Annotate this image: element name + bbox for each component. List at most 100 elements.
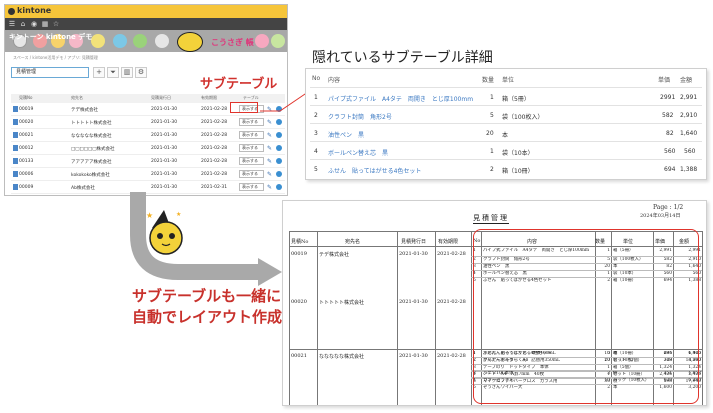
- flow-arrow: [130, 192, 282, 286]
- line-price: 582: [662, 112, 674, 119]
- avatar: [255, 34, 269, 48]
- line-amount: 1,640: [680, 130, 698, 137]
- edit-icon[interactable]: ✎: [267, 145, 272, 152]
- delete-icon[interactable]: [276, 145, 282, 151]
- record-issued: 2021-01-30: [151, 146, 178, 151]
- delete-icon[interactable]: [276, 158, 282, 164]
- line-amount: 2,910: [680, 112, 698, 119]
- subtable-button[interactable]: 表示する: [239, 131, 264, 139]
- line-amount: 560: [684, 148, 696, 155]
- record-detail-icon[interactable]: [13, 119, 18, 125]
- edit-icon[interactable]: ✎: [267, 132, 272, 139]
- line-unit: 本: [502, 132, 509, 139]
- record-no: 00133: [19, 159, 34, 164]
- line-price: 694: [664, 166, 676, 173]
- apps-icon[interactable]: ▦: [41, 20, 49, 28]
- subtable-button[interactable]: 表示する: [239, 170, 264, 178]
- delete-icon[interactable]: [276, 132, 282, 138]
- column-header: No: [312, 75, 321, 82]
- column-header[interactable]: 宛先名: [71, 95, 83, 101]
- people-icon[interactable]: ◉: [30, 20, 38, 28]
- record-expires: 2021-02-28: [201, 107, 228, 112]
- record-name: Ab株式会社: [71, 186, 95, 191]
- line-qty: 20: [486, 130, 494, 137]
- callout-connector: [260, 91, 309, 112]
- column-header: 単価: [658, 77, 671, 84]
- column-header[interactable]: 見積No: [19, 95, 32, 101]
- record-name: トトトトト株式会社: [71, 121, 112, 126]
- table-row[interactable]: 00133 アアアアア株式会社 2021-01-30 2021-02-28 表示…: [11, 155, 285, 168]
- column-header[interactable]: 見積発行日: [151, 95, 171, 101]
- record-detail-icon[interactable]: [13, 145, 18, 151]
- table-row[interactable]: 00006 kokokoko株式会社 2021-01-30 2021-02-28…: [11, 168, 285, 181]
- delete-icon[interactable]: [276, 171, 282, 177]
- record-detail-icon[interactable]: [13, 158, 18, 164]
- record-detail-icon[interactable]: [13, 171, 18, 177]
- table-row: 5 ふせん 貼ってはがせる4色セット 2 箱（10冊） 694 1,388: [310, 159, 702, 177]
- column-header[interactable]: テーブル: [243, 95, 259, 101]
- column-header[interactable]: 有効期限: [201, 95, 217, 101]
- filter-icon[interactable]: ⏷: [107, 67, 119, 78]
- line-amount: 1,388: [680, 166, 698, 173]
- record-no: 00006: [19, 172, 34, 177]
- banner-title: キントーン kintone デモ: [9, 33, 93, 41]
- line-item: ふせん 貼ってはがせる4色セット: [328, 168, 422, 175]
- record-issued: 2021-01-30: [151, 120, 178, 125]
- settings-icon[interactable]: ⚙: [135, 67, 147, 78]
- record-expires: 2021-02-28: [201, 146, 228, 151]
- column-header: 内容: [328, 77, 341, 84]
- column-header: 金額: [680, 77, 693, 84]
- avatar: [133, 34, 147, 48]
- view-select[interactable]: 見積管理: [11, 67, 89, 78]
- svg-text:★: ★: [176, 211, 181, 218]
- line-no: 2: [314, 112, 318, 119]
- line-amount: 2,991: [680, 94, 698, 101]
- table-row[interactable]: 00021 ななななな株式会社 2021-01-30 2021-02-28 表示…: [11, 129, 285, 142]
- line-unit: 袋（10本）: [502, 150, 534, 157]
- table-row[interactable]: 00020 トトトトト株式会社 2021-01-30 2021-02-28 表示…: [11, 116, 285, 129]
- record-expires: 2021-02-28: [201, 159, 228, 164]
- record-detail-icon[interactable]: [13, 184, 18, 190]
- line-no: 5: [314, 166, 318, 173]
- record-detail-icon[interactable]: [13, 106, 18, 112]
- line-item: 油性ペン 黒: [328, 132, 365, 139]
- subtable-button-highlight: [230, 102, 258, 113]
- table-row: 3 油性ペン 黒 20 本 82 1,640: [310, 123, 702, 141]
- breadcrumb[interactable]: スペース / kintone活用デモ / アプリ: 見積管理: [13, 55, 98, 61]
- mascot-image: ★ ★: [146, 210, 183, 255]
- table-row[interactable]: 00012 □□□□□□株式会社 2021-01-30 2021-02-28 表…: [11, 142, 285, 155]
- home-icon[interactable]: ⌂: [19, 20, 27, 28]
- column-header: 単位: [502, 77, 515, 84]
- record-no: 00019: [19, 107, 34, 112]
- column-header: 数量: [482, 77, 495, 84]
- line-item: クラフト封筒 角形2号: [328, 114, 392, 121]
- record-detail-icon[interactable]: [13, 132, 18, 138]
- record-issued: 2021-01-30: [151, 172, 178, 177]
- add-record-button[interactable]: +: [93, 67, 105, 78]
- record-no: 00012: [19, 146, 34, 151]
- record-name: □□□□□□株式会社: [71, 147, 115, 152]
- kintone-logo: kintone: [17, 6, 52, 15]
- avatar: [113, 34, 127, 48]
- graph-icon[interactable]: ▥: [121, 67, 133, 78]
- avatar: [91, 34, 105, 48]
- menu-icon[interactable]: ☰: [8, 20, 16, 28]
- record-issued: 2021-01-30: [151, 133, 178, 138]
- avatar: [271, 34, 285, 48]
- table-row: 2 クラフト封筒 角形2号 5 袋（100枚入） 582 2,910: [310, 105, 702, 123]
- subtable-button[interactable]: 表示する: [239, 144, 264, 152]
- kintone-app-window: kintone ☰ ⌂ ◉ ▦ ☆ キントーン kintone デモ こうさぎ …: [4, 4, 288, 196]
- subtable-button[interactable]: 表示する: [239, 157, 264, 165]
- record-issued: 2021-01-30: [151, 107, 178, 112]
- edit-icon[interactable]: ✎: [267, 171, 272, 178]
- line-unit: 袋（100枚入）: [502, 114, 544, 121]
- line-price: 2991: [660, 94, 676, 101]
- subtable-detail-panel: No 内容 数量 単位 単価 金額 1 パイプ式ファイル A4タテ 両開き とじ…: [305, 68, 707, 180]
- star-icon[interactable]: ☆: [52, 20, 60, 28]
- line-no: 1: [314, 94, 318, 101]
- edit-icon[interactable]: ✎: [267, 158, 272, 165]
- edit-icon[interactable]: ✎: [267, 119, 272, 126]
- line-qty: 5: [490, 112, 494, 119]
- record-expires: 2021-02-28: [201, 133, 228, 138]
- line-no: 3: [314, 130, 318, 137]
